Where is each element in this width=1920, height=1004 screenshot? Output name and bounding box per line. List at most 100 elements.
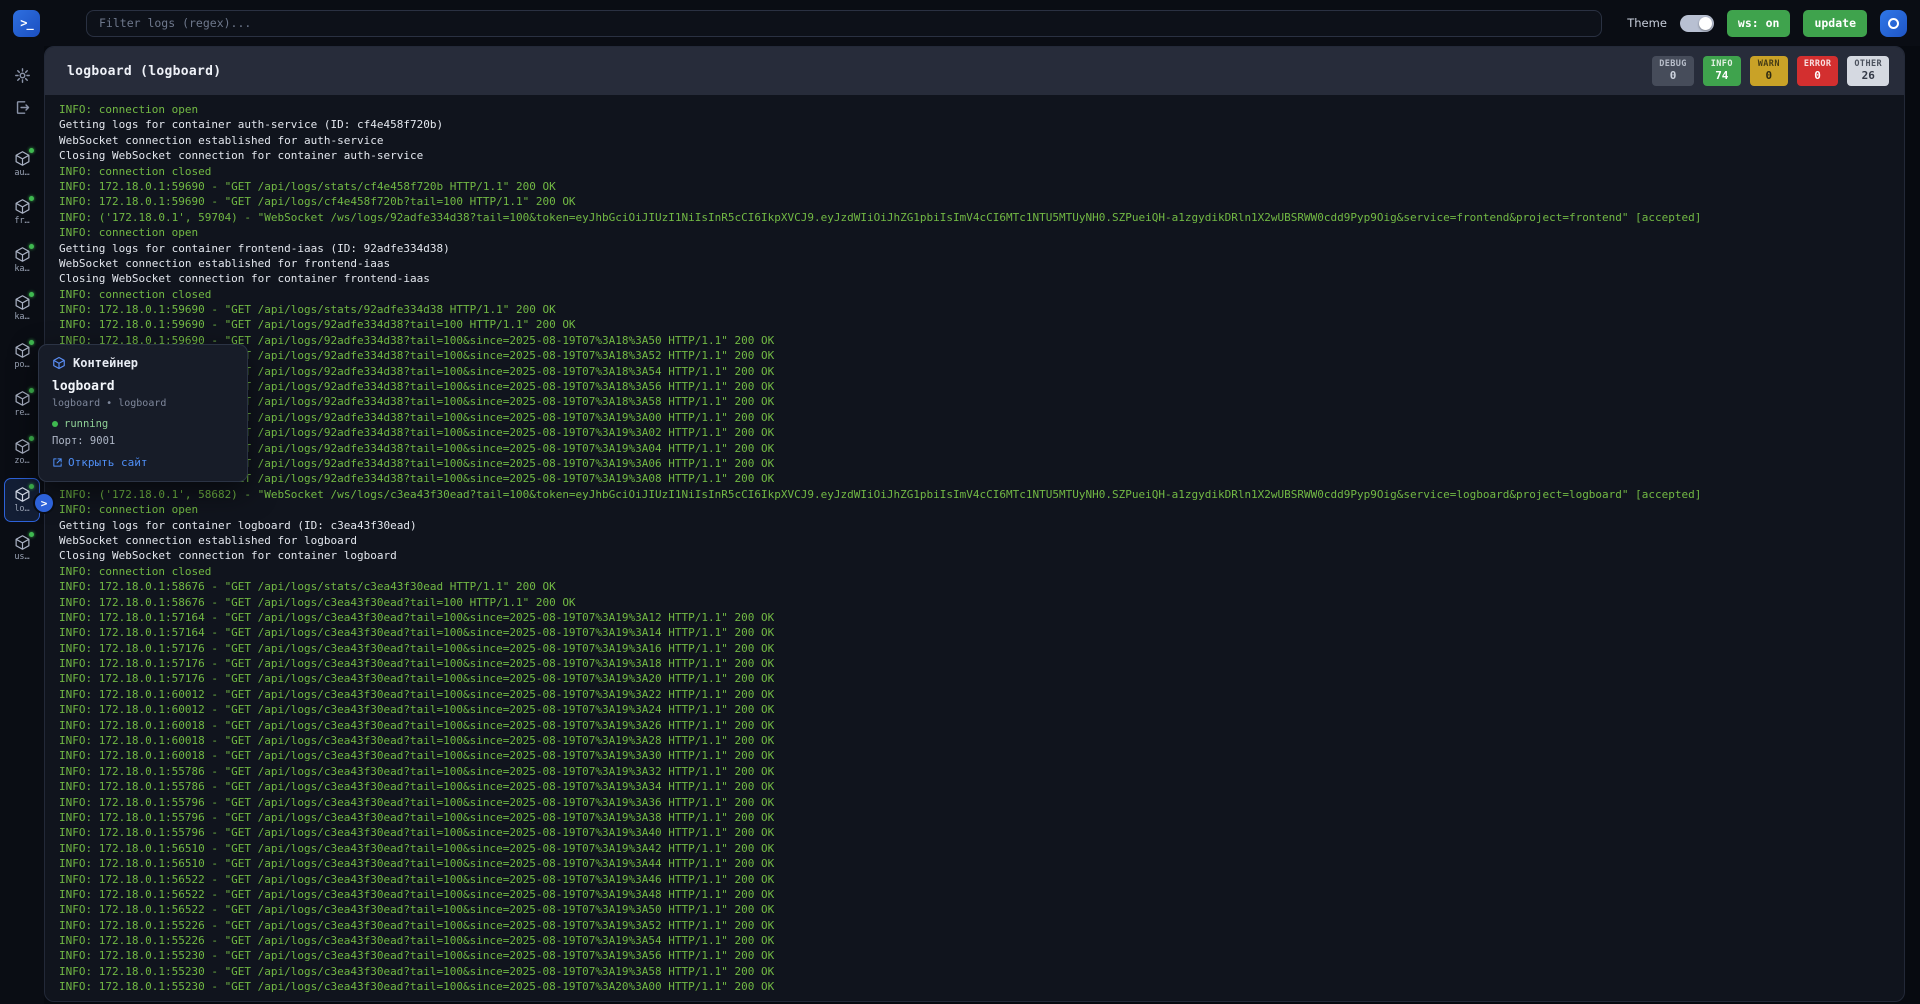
running-status-dot [29,196,34,201]
chevron-right-icon: > [41,497,48,510]
level-badge[interactable]: DEBUG 0 [1652,56,1694,86]
log-line: WebSocket connection established for log… [59,533,1904,548]
level-badge[interactable]: WARN 0 [1750,56,1788,86]
container-label: zo… [14,456,29,466]
container-cube-icon [14,486,31,503]
theme-toggle-knob [1699,17,1712,30]
log-line: INFO: 172.18.0.1:59690 - "GET /api/logs/… [59,425,1904,440]
log-line: INFO: 172.18.0.1:60012 - "GET /api/logs/… [59,702,1904,717]
sidebar-container-item[interactable]: ka… [4,286,40,330]
log-line: INFO: connection open [59,225,1904,240]
theme-toggle[interactable] [1680,15,1714,32]
log-line: INFO: 172.18.0.1:56522 - "GET /api/logs/… [59,872,1904,887]
log-line: INFO: 172.18.0.1:59690 - "GET /api/logs/… [59,179,1904,194]
container-cube-icon [14,342,31,359]
log-line: Getting logs for container logboard (ID:… [59,518,1904,533]
log-line: INFO: 172.18.0.1:55226 - "GET /api/logs/… [59,933,1904,948]
running-status-dot [29,244,34,249]
logout-button[interactable] [9,94,35,120]
log-line: INFO: 172.18.0.1:56522 - "GET /api/logs/… [59,902,1904,917]
log-line: INFO: 172.18.0.1:60012 - "GET /api/logs/… [59,687,1904,702]
log-line: INFO: 172.18.0.1:59690 - "GET /api/logs/… [59,456,1904,471]
log-line: INFO: 172.18.0.1:55226 - "GET /api/logs/… [59,918,1904,933]
sidebar-container-item[interactable]: us… [4,526,40,570]
container-cube-icon [14,390,31,407]
level-badge[interactable]: ERROR 0 [1797,56,1839,86]
log-line: INFO: 172.18.0.1:59690 - "GET /api/logs/… [59,302,1904,317]
sidebar-expand-button[interactable]: > [33,492,55,514]
log-line: INFO: 172.18.0.1:55786 - "GET /api/logs/… [59,779,1904,794]
log-line: INFO: 172.18.0.1:59690 - "GET /api/logs/… [59,348,1904,363]
level-badge-count: 26 [1854,69,1882,83]
sidebar-container-item[interactable]: po… [4,334,40,378]
topbar: >_ Theme ws: on update [0,0,1920,46]
log-line: INFO: 172.18.0.1:57176 - "GET /api/logs/… [59,641,1904,656]
log-line: INFO: 172.18.0.1:55796 - "GET /api/logs/… [59,825,1904,840]
log-line: INFO: connection open [59,502,1904,517]
level-badge-count: 0 [1757,69,1781,83]
tooltip-port: Порт: 9001 [52,435,234,447]
log-filter-input[interactable] [86,10,1602,37]
log-line: INFO: 172.18.0.1:55230 - "GET /api/logs/… [59,979,1904,994]
update-button[interactable]: update [1803,10,1867,37]
log-line: INFO: 172.18.0.1:58676 - "GET /api/logs/… [59,579,1904,594]
log-line: WebSocket connection established for fro… [59,256,1904,271]
log-line: INFO: 172.18.0.1:56510 - "GET /api/logs/… [59,841,1904,856]
tooltip-subtitle: logboard • logboard [52,398,234,409]
cube-icon [52,356,66,370]
running-status-dot [29,148,34,153]
sidebar-container-item[interactable]: zo… [4,430,40,474]
level-badge-label: INFO [1710,59,1734,70]
log-line: INFO: 172.18.0.1:57164 - "GET /api/logs/… [59,625,1904,640]
log-line: INFO: 172.18.0.1:58676 - "GET /api/logs/… [59,595,1904,610]
sidebar-container-item[interactable]: ka… [4,238,40,282]
log-line: INFO: 172.18.0.1:55230 - "GET /api/logs/… [59,964,1904,979]
account-button[interactable] [1880,10,1907,37]
level-badge-count: 0 [1659,69,1687,83]
log-line: INFO: connection closed [59,164,1904,179]
websocket-status-button[interactable]: ws: on [1727,10,1791,37]
log-line: INFO: connection closed [59,564,1904,579]
log-output[interactable]: INFO: connection open Getting logs for c… [45,95,1904,1002]
log-line: INFO: 172.18.0.1:60018 - "GET /api/logs/… [59,748,1904,763]
log-line: INFO: ('172.18.0.1', 59704) - "WebSocket… [59,210,1904,225]
container-tooltip: Контейнер logboard logboard • logboard r… [38,344,248,482]
sidebar-container-item[interactable]: re… [4,382,40,426]
log-line: INFO: 172.18.0.1:56522 - "GET /api/logs/… [59,887,1904,902]
container-label: au… [14,168,29,178]
log-line: Closing WebSocket connection for contain… [59,148,1904,163]
tooltip-container-name: logboard [52,379,234,394]
container-cube-icon [14,534,31,551]
level-badge-label: OTHER [1854,59,1882,70]
tooltip-header-text: Контейнер [73,356,138,370]
container-cube-icon [14,198,31,215]
log-line: Closing WebSocket connection for contain… [59,271,1904,286]
container-label: ka… [14,312,29,322]
level-badge-label: DEBUG [1659,59,1687,70]
open-site-link-label: Открыть сайт [68,456,147,469]
running-status-dot [29,292,34,297]
log-line: Closing WebSocket connection for contain… [59,548,1904,563]
log-line: INFO: 172.18.0.1:59690 - "GET /api/logs/… [59,410,1904,425]
sidebar-container-item[interactable]: au… [4,142,40,186]
log-line: INFO: 172.18.0.1:59690 - "GET /api/logs/… [59,394,1904,409]
open-site-link[interactable]: Открыть сайт [52,456,147,469]
settings-button[interactable] [9,62,35,88]
running-status-dot [29,532,34,537]
log-line: INFO: 172.18.0.1:59690 - "GET /api/logs/… [59,364,1904,379]
running-status-dot [29,484,34,489]
log-line: INFO: 172.18.0.1:59690 - "GET /api/logs/… [59,194,1904,209]
container-label: ka… [14,264,29,274]
sidebar-container-item[interactable]: fr… [4,190,40,234]
logout-icon [14,99,31,116]
level-badge[interactable]: INFO 74 [1703,56,1741,86]
container-label: po… [14,360,29,370]
log-panel-header: logboard (logboard) DEBUG 0 INFO 74 WARN… [45,47,1904,95]
container-cube-icon [14,294,31,311]
log-line: Getting logs for container frontend-iaas… [59,241,1904,256]
log-line: INFO: 172.18.0.1:55796 - "GET /api/logs/… [59,810,1904,825]
container-label: fr… [14,216,29,226]
level-badge[interactable]: OTHER 26 [1847,56,1889,86]
level-badge-count: 0 [1804,69,1832,83]
container-cube-icon [14,246,31,263]
